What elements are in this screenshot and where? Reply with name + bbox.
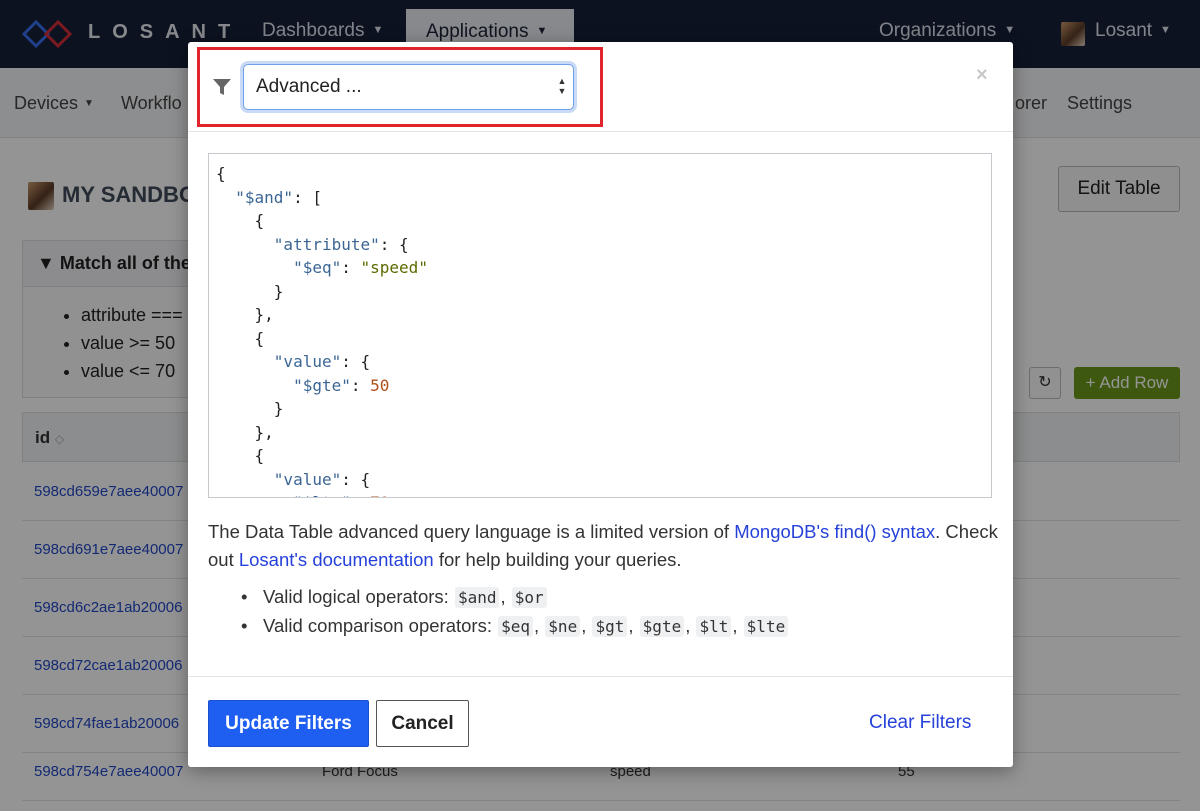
code-line: {	[216, 446, 265, 465]
operator-chip: $lt	[696, 616, 732, 637]
operator-chip: $eq	[498, 616, 534, 637]
code-line: "$gte": 50	[293, 375, 390, 395]
code-line: },	[216, 422, 274, 442]
operator-chip: $lte	[743, 616, 789, 637]
code-line: }	[216, 399, 284, 418]
comparison-operators-item: Valid comparison operators: $eq, $ne, $g…	[208, 615, 789, 644]
modal-header: Advanced ... ▲ ▼ ×	[188, 42, 1013, 132]
select-arrows-icon: ▲ ▼	[557, 76, 567, 96]
code-line: "$and": [	[235, 187, 322, 207]
query-editor[interactable]: { "$and": [ { "attribute": { "$eq": "spe…	[208, 153, 992, 498]
description-text: for help building your queries.	[433, 549, 682, 570]
filter-mode-value: Advanced ...	[256, 76, 362, 97]
code-line: {	[216, 328, 265, 348]
operator-chip: $ne	[545, 616, 581, 637]
code-line: "$eq": "speed"	[293, 258, 428, 277]
logical-operators-item: Valid logical operators: $and, $or	[208, 586, 789, 615]
operator-list: Valid logical operators: $and, $or Valid…	[208, 586, 789, 644]
modal-footer: Update Filters Cancel Clear Filters	[188, 676, 1013, 767]
filter-modal: Advanced ... ▲ ▼ × { "$and": [ { "attribu…	[188, 42, 1013, 767]
code-line: }	[216, 281, 284, 301]
operator-chip: $gte	[639, 616, 685, 637]
losant-docs-link[interactable]: Losant's documentation	[239, 549, 434, 570]
operator-chip: $or	[511, 587, 547, 608]
mongodb-syntax-link[interactable]: MongoDB's find() syntax	[734, 521, 935, 542]
code-line: "$lte": 70	[216, 491, 428, 497]
operator-chip: $gt	[592, 616, 628, 637]
code-line: "value": {	[273, 469, 371, 489]
logical-operators-label: Valid logical operators:	[263, 586, 449, 607]
clear-filters-link[interactable]: Clear Filters	[869, 712, 971, 734]
close-icon[interactable]: ×	[976, 64, 988, 87]
query-description: The Data Table advanced query language i…	[208, 518, 998, 574]
filter-icon	[213, 79, 231, 95]
filter-mode-select[interactable]: Advanced ... ▲ ▼	[243, 64, 574, 110]
cancel-button[interactable]: Cancel	[376, 700, 469, 747]
code-line: },	[216, 305, 274, 324]
code-line: {	[216, 211, 265, 230]
code-line: "value": {	[273, 352, 371, 371]
code-line: "attribute": {	[273, 234, 409, 254]
update-filters-button[interactable]: Update Filters	[208, 700, 369, 747]
query-code: { "$and": [ { "attribute": { "$eq": "spe…	[216, 162, 428, 497]
code-line: {	[216, 164, 226, 183]
comparison-operators-label: Valid comparison operators:	[263, 615, 492, 636]
operator-chip: $and	[454, 587, 500, 608]
description-text: The Data Table advanced query language i…	[208, 521, 735, 542]
